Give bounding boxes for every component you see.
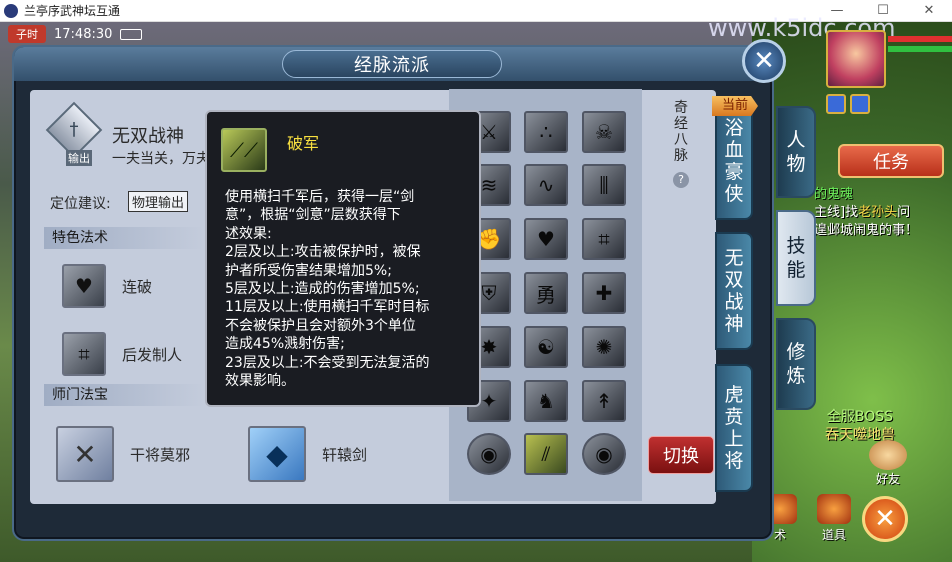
- time-bar: 子时 17:48:30: [8, 25, 143, 43]
- special-skill-item[interactable]: ⌗ 后发制人: [62, 332, 182, 376]
- heart-icon: ♥: [62, 264, 106, 308]
- rune-icon[interactable]: ☯: [524, 326, 568, 368]
- cross-icon[interactable]: ✚: [582, 272, 626, 314]
- spark-icon[interactable]: ✺: [582, 326, 626, 368]
- maze-icon[interactable]: ⌗: [582, 218, 626, 260]
- tab-cultivation[interactable]: 修炼: [776, 318, 816, 410]
- wave-icon[interactable]: ∿: [524, 164, 568, 206]
- treasure-header: 师门法宝: [44, 384, 204, 406]
- school-tag: 输出: [66, 150, 92, 166]
- treasure-label: 干将莫邪: [130, 445, 191, 464]
- tooltip-skill-name: 破军: [287, 134, 320, 153]
- handshake-icon: [869, 440, 907, 470]
- special-skill-item[interactable]: ♥ 连破: [62, 264, 152, 308]
- swirl-icon[interactable]: ◉: [582, 433, 626, 475]
- crossed-swords-icon: ✕: [56, 426, 114, 482]
- branch-tab-yuxue[interactable]: 浴血豪侠: [715, 102, 753, 220]
- meridian-label: 奇经八脉 ?: [673, 100, 689, 188]
- triple-blade-icon[interactable]: ⫽: [524, 433, 568, 475]
- skill-label: 连破: [122, 277, 153, 296]
- brave-icon[interactable]: 勇: [524, 272, 568, 314]
- dots-icon[interactable]: ∴: [524, 111, 568, 153]
- treasure-item[interactable]: ◆ 轩辕剑: [248, 426, 367, 482]
- player-avatar[interactable]: [826, 30, 886, 88]
- special-skills-header: 特色法术: [44, 227, 204, 249]
- crystal-sword-icon: ◆: [248, 426, 306, 482]
- skill-tooltip: ⟋⟋ 破军 使用横扫千军后，获得一层“剑 意”，根据“剑意”层数获得下 述效果:…: [205, 110, 481, 407]
- heart-icon[interactable]: ♥: [524, 218, 568, 260]
- dialog-close-button[interactable]: ✕: [742, 39, 786, 83]
- friend-button[interactable]: 好友: [866, 440, 910, 486]
- window-close-button[interactable]: ✕: [906, 3, 952, 18]
- time-period-badge: 子时: [8, 25, 46, 43]
- school-name: 无双战神: [112, 126, 184, 147]
- role-label: 定位建议:: [50, 196, 111, 212]
- quest-line: 主线]找老孙头问: [814, 205, 911, 220]
- school-badge: † 输出: [45, 101, 103, 168]
- warrior-icon[interactable]: ♞: [524, 380, 568, 422]
- world-boss-notice[interactable]: 全服BOSS 吞天噬地兽: [810, 408, 910, 444]
- swirl-icon[interactable]: ◉: [467, 433, 511, 475]
- skill-label: 后发制人: [122, 345, 183, 364]
- maze-icon: ⌗: [62, 332, 106, 376]
- clock-text: 17:48:30: [54, 26, 113, 42]
- help-icon[interactable]: ?: [673, 172, 689, 188]
- task-button[interactable]: 任务: [838, 144, 944, 178]
- tooltip-description: 使用横扫千军后，获得一层“剑 意”，根据“剑意”层数获得下 述效果: 2层及以上…: [225, 189, 430, 390]
- dialog-title: 经脉流派: [282, 50, 502, 78]
- mp-bar: [888, 46, 952, 52]
- buff-row: [826, 94, 870, 114]
- player-status-bars: [888, 36, 952, 56]
- switch-button[interactable]: 切换: [648, 436, 714, 474]
- app-icon: [4, 3, 18, 18]
- school-motto: 一夫当关，万夫: [112, 151, 210, 167]
- role-value: 物理输出: [128, 191, 189, 212]
- window-title: 兰亭序武神坛互通: [24, 4, 121, 18]
- blades-icon[interactable]: ⫼: [582, 164, 626, 206]
- current-badge: 当前: [712, 96, 758, 116]
- tab-skills[interactable]: 技能: [776, 210, 816, 306]
- spear-icon[interactable]: ↟: [582, 380, 626, 422]
- quest-line: 遑邺城闹鬼的事！: [814, 223, 919, 238]
- items-button[interactable]: 道具: [812, 494, 856, 543]
- demon-icon[interactable]: ☠: [582, 111, 626, 153]
- hp-bar: [888, 36, 952, 42]
- quest-tracker[interactable]: 的鬼魂 主线]找老孙头问 遑邺城闹鬼的事！: [814, 186, 952, 240]
- branch-tab-wushuang[interactable]: 无双战神: [715, 232, 753, 350]
- tab-character[interactable]: 人物: [776, 106, 816, 198]
- triple-blade-icon: ⟋⟋: [221, 128, 267, 172]
- chest-icon: [817, 494, 851, 524]
- hud-close-button[interactable]: ✕: [862, 496, 908, 542]
- treasure-item[interactable]: ✕ 干将莫邪: [56, 426, 190, 482]
- treasure-label: 轩辕剑: [322, 445, 368, 464]
- buff-icon[interactable]: [850, 94, 870, 114]
- buff-icon[interactable]: [826, 94, 846, 114]
- branch-tab-huben[interactable]: 虎贲上将: [715, 364, 753, 492]
- battery-icon: [120, 28, 143, 40]
- quest-line: 的鬼魂: [814, 187, 854, 202]
